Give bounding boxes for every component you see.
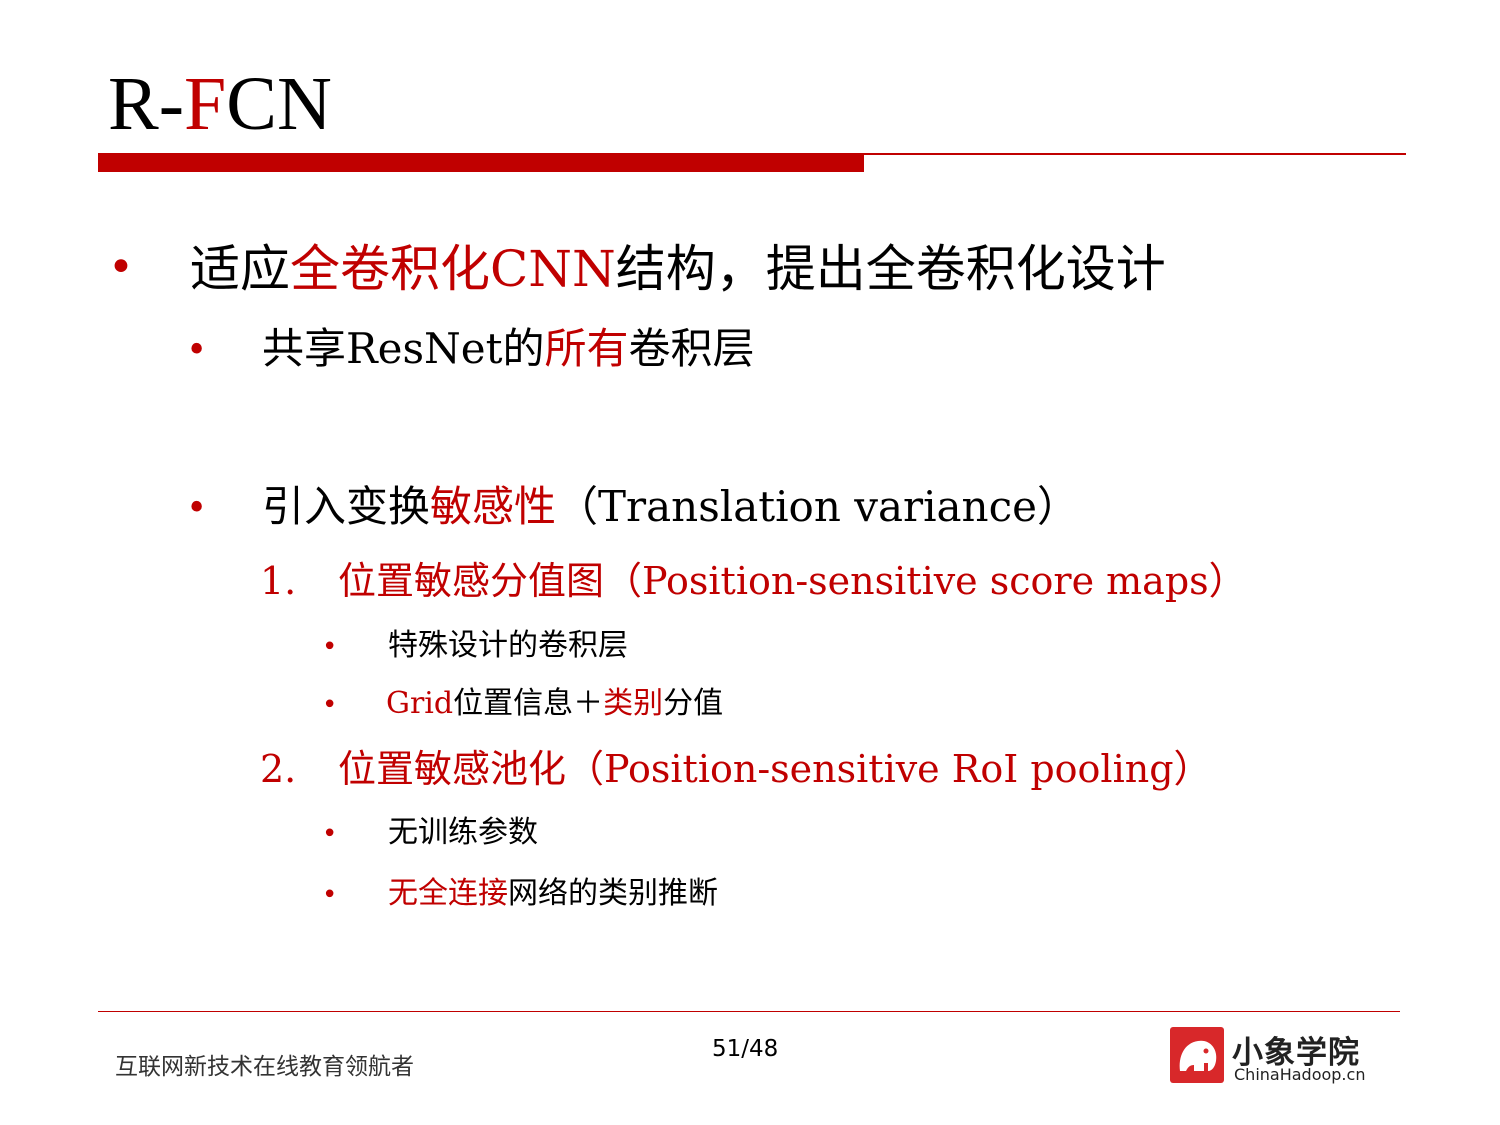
bullet-dot: • (186, 488, 208, 529)
numbered-item-1-num: 1. (260, 559, 297, 603)
logo-english-name: ChinaHadoop.cn (1234, 1065, 1366, 1084)
numbered-item-2-text: 位置敏感池化（Position-sensitive RoI pooling） (338, 747, 1212, 791)
bullet-item-1: 适应全卷积化CNN结构，提出全卷积化设计 (190, 240, 1166, 298)
bullet-dot: • (186, 330, 208, 371)
bullet-dot: • (322, 819, 338, 849)
numbered-item-1-text: 位置敏感分值图（Position-sensitive score maps） (338, 559, 1247, 603)
page-number: 51/48 (712, 1036, 779, 1062)
bullet-dot: • (322, 880, 338, 910)
bullet-dot: • (322, 632, 338, 662)
slide-title: R-FCN (108, 66, 332, 142)
bullet-dot: • (322, 690, 338, 720)
brand-logo: 小象学院 ChinaHadoop.cn (1170, 1027, 1390, 1085)
bullet-item-1-2: 引入变换敏感性（Translation variance） (262, 482, 1079, 531)
footer-divider (98, 1011, 1400, 1012)
sub-item-1a: 特殊设计的卷积层 (388, 628, 628, 663)
footer-tagline: 互联网新技术在线教育领航者 (115, 1054, 414, 1080)
sub-item-2a: 无训练参数 (388, 815, 538, 850)
bullet-dot: • (108, 242, 134, 293)
title-part-r: R- (108, 62, 184, 146)
bullet-item-1-1: 共享ResNet的所有卷积层 (262, 324, 755, 373)
numbered-item-2-num: 2. (260, 747, 297, 791)
sub-item-1b: Grid位置信息＋类别分值 (386, 686, 724, 721)
title-part-f: F (184, 62, 227, 146)
sub-item-2b: 无全连接网络的类别推断 (388, 876, 718, 911)
elephant-logo-icon (1170, 1027, 1224, 1083)
title-underline-thick (98, 154, 864, 172)
title-part-cn: CN (226, 62, 332, 146)
